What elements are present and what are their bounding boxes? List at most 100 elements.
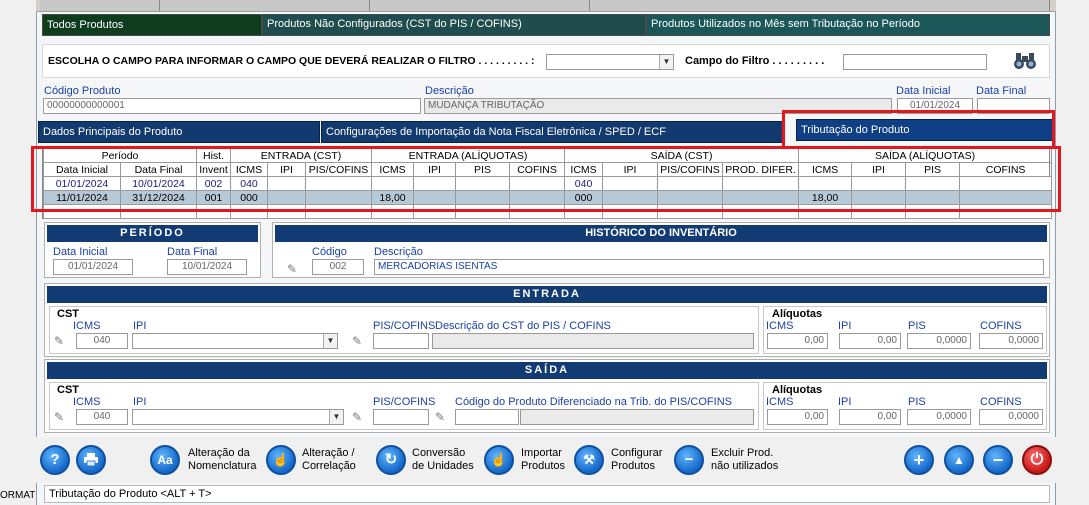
tab-configuracoes-importacao[interactable]: Configurações de Importação da Nota Fisc…: [321, 121, 783, 143]
entrada-aliq-ipi-label: IPI: [838, 320, 852, 332]
saida-pis-field[interactable]: [373, 409, 429, 425]
periodo-end-field[interactable]: 10/01/2024: [167, 259, 247, 275]
saida-aliq-icms-field[interactable]: 0,00: [767, 409, 828, 425]
chevron-down-icon[interactable]: ▼: [329, 410, 343, 424]
entrada-ipi-select[interactable]: ▼: [132, 333, 338, 349]
filter-label: ESCOLHA O CAMPO PARA INFORMAR O CAMPO QU…: [48, 55, 535, 67]
entrada-aliquotas-group: Alíquotas ICMS 0,00 IPI 0,00 PIS 0,0000 …: [763, 306, 1047, 354]
entrada-pis-field[interactable]: [373, 333, 429, 349]
filter-field-select[interactable]: ▼: [546, 54, 674, 70]
entrada-aliq-icms-field[interactable]: 0,00: [767, 333, 828, 349]
nomenclatura-label[interactable]: Alteração da Nomenclatura: [188, 447, 256, 473]
help-button[interactable]: ?: [40, 445, 70, 475]
historico-panel: HISTÓRICO DO INVENTÁRIO ✎ Código 002 Des…: [272, 222, 1050, 278]
saida-aliq-pis-label: PIS: [908, 396, 926, 408]
saida-pis-label: PIS/COFINS: [373, 396, 436, 408]
saida-ipi-label: IPI: [133, 396, 147, 408]
tab-produtos-sem-tributacao[interactable]: Produtos Utilizados no Mês sem Tributaçã…: [646, 14, 1050, 36]
edit-icon[interactable]: ✎: [54, 411, 70, 424]
correlacao-label[interactable]: Alteração / Correlação: [302, 447, 356, 473]
binoculars-icon[interactable]: [1013, 51, 1037, 71]
saida-cst-group: CST ICMS ✎ 040 IPI ▼ PIS/COFINS Código d…: [49, 382, 759, 430]
tab-dados-principais[interactable]: Dados Principais do Produto: [38, 121, 320, 143]
codigo-produto-label: Código Produto: [44, 85, 121, 97]
entrada-aliq-cofins-field[interactable]: 0,0000: [979, 333, 1043, 349]
saida-aliq-pis-field[interactable]: 0,0000: [907, 409, 971, 425]
saida-prod-desc-field[interactable]: [520, 409, 754, 425]
saida-icms-field[interactable]: 040: [76, 409, 128, 425]
historico-code-field[interactable]: 002: [312, 259, 364, 275]
configurar-label[interactable]: Configurar Produtos: [611, 447, 662, 473]
entrada-aliq-cofins-label: COFINS: [980, 320, 1022, 332]
excluir-label[interactable]: Excluir Prod. não utilizados: [711, 447, 778, 473]
saida-prod-field[interactable]: [455, 409, 519, 425]
saida-panel: SAÍDA CST ICMS ✎ 040 IPI ▼ PIS/COFINS Có…: [44, 359, 1050, 433]
edit-icon[interactable]: ✎: [54, 335, 70, 348]
add-button[interactable]: +: [904, 445, 934, 475]
data-final-label: Data Final: [976, 85, 1027, 97]
chevron-down-icon[interactable]: ▼: [659, 55, 673, 69]
entrada-aliq-icms-label: ICMS: [766, 320, 794, 332]
entrada-pis-label: PIS/COFINS: [373, 320, 436, 332]
font-aa-icon: Aa: [157, 453, 173, 467]
entrada-pis-desc-field[interactable]: [432, 333, 754, 349]
top-strip-cell: [40, 0, 160, 11]
saida-aliq-cofins-label: COFINS: [980, 396, 1022, 408]
top-strip-cell: [370, 0, 590, 11]
entrada-ipi-label: IPI: [133, 320, 147, 332]
print-button[interactable]: [76, 445, 106, 475]
historico-code-label: Código: [312, 246, 347, 258]
saida-aliq-cofins-field[interactable]: 0,0000: [979, 409, 1043, 425]
tools-icon: ⚒: [583, 452, 595, 467]
historico-title: HISTÓRICO DO INVENTÁRIO: [275, 225, 1047, 242]
saida-cst-label: CST: [57, 384, 79, 396]
chevron-down-icon[interactable]: ▼: [323, 334, 337, 348]
configurar-button[interactable]: ⚒: [574, 445, 604, 475]
periodo-start-field[interactable]: 01/01/2024: [53, 259, 133, 275]
historico-desc-field[interactable]: MERCADORIAS ISENTAS: [374, 259, 1044, 275]
edit-icon[interactable]: ✎: [435, 411, 451, 424]
entrada-cst-label: CST: [57, 308, 79, 320]
saida-ipi-select[interactable]: ▼: [132, 409, 344, 425]
up-button[interactable]: ▲: [944, 445, 974, 475]
entrada-panel: ENTRADA CST ICMS ✎ 040 IPI ▼ PIS/COFINS …: [44, 283, 1050, 357]
entrada-cst-group: CST ICMS ✎ 040 IPI ▼ PIS/COFINS Descriçã…: [49, 306, 759, 354]
correlacao-button[interactable]: ☝: [266, 445, 296, 475]
excluir-button[interactable]: −: [674, 445, 704, 475]
historico-desc-label: Descrição: [374, 246, 423, 258]
tab-todos-produtos[interactable]: Todos Produtos: [42, 14, 262, 36]
nomenclatura-button[interactable]: Aa: [150, 445, 180, 475]
importar-label[interactable]: Importar Produtos: [521, 447, 565, 473]
hand-icon: ☝: [272, 452, 290, 467]
filter-field-input[interactable]: [843, 54, 987, 70]
plus-icon: +: [913, 450, 925, 470]
conversao-label[interactable]: Conversão de Unidades: [412, 447, 474, 473]
edit-icon[interactable]: ✎: [352, 335, 368, 348]
data-inicial-label: Data Inicial: [896, 85, 951, 97]
saida-aliquotas-group: Alíquotas ICMS 0,00 IPI 0,00 PIS 0,0000 …: [763, 382, 1047, 430]
entrada-aliq-pis-field[interactable]: 0,0000: [907, 333, 971, 349]
exit-button[interactable]: ⏻: [1022, 445, 1052, 475]
remove-button[interactable]: −: [983, 445, 1013, 475]
highlight-box-tab: [782, 110, 1055, 149]
highlight-box-grid: [31, 146, 1061, 212]
left-status-text: ORMAT: [0, 490, 36, 505]
filter-bar: ESCOLHA O CAMPO PARA INFORMAR O CAMPO QU…: [42, 44, 1050, 78]
conversao-button[interactable]: ↻: [376, 445, 406, 475]
saida-icms-label: ICMS: [73, 396, 101, 408]
edit-icon[interactable]: ✎: [352, 411, 368, 424]
printer-icon: [84, 453, 98, 467]
codigo-produto-field[interactable]: 00000000000001: [43, 98, 421, 114]
right-margin: [1056, 0, 1089, 505]
entrada-aliq-ipi-field[interactable]: 0,00: [839, 333, 901, 349]
saida-aliq-icms-label: ICMS: [766, 396, 794, 408]
top-strip-cell: [590, 0, 1050, 11]
descricao-label: Descrição: [425, 85, 474, 97]
power-icon: ⏻: [1030, 451, 1044, 468]
edit-icon[interactable]: ✎: [287, 263, 303, 276]
importar-button[interactable]: ☝: [484, 445, 514, 475]
saida-aliq-ipi-field[interactable]: 0,00: [839, 409, 901, 425]
entrada-icms-field[interactable]: 040: [76, 333, 128, 349]
tab-produtos-nao-configurados[interactable]: Produtos Não Configurados (CST do PIS / …: [262, 14, 646, 36]
minus-icon: −: [684, 451, 694, 468]
